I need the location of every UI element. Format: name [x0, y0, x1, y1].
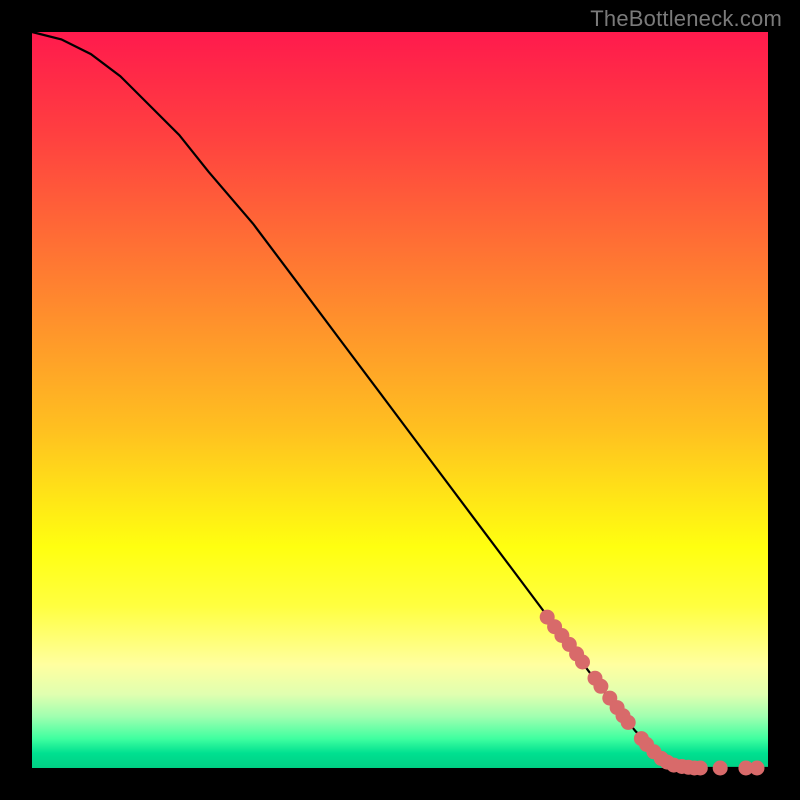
curve-markers — [540, 610, 765, 776]
watermark-text: TheBottleneck.com — [590, 6, 782, 32]
curve-marker — [621, 715, 636, 730]
plot-area — [32, 32, 768, 768]
curve-marker — [713, 761, 728, 776]
curve-marker — [750, 761, 765, 776]
chart-frame: TheBottleneck.com — [0, 0, 800, 800]
curve-marker — [575, 655, 590, 670]
curve-line — [32, 32, 768, 768]
chart-svg — [32, 32, 768, 768]
curve-marker — [693, 761, 708, 776]
